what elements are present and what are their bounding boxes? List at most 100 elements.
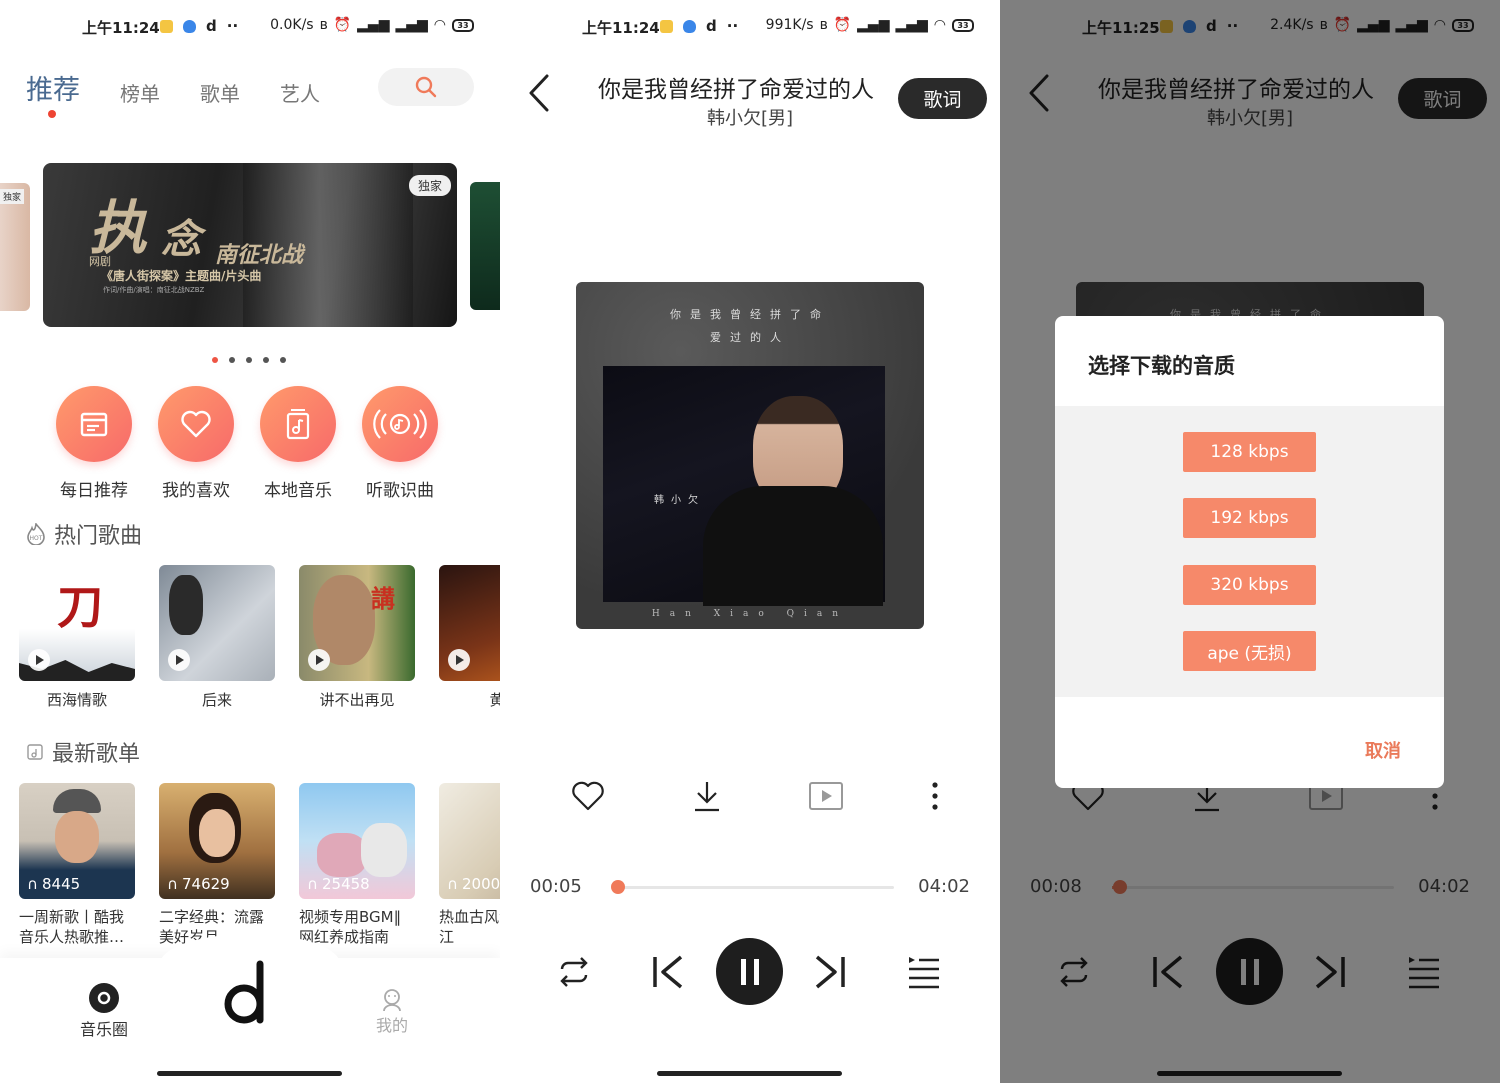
repeat-button[interactable]	[554, 938, 594, 1006]
more-vertical-icon[interactable]	[930, 780, 940, 812]
song-actions	[570, 780, 940, 812]
headphone-icon: ∩	[27, 875, 38, 893]
playlist-queue-button[interactable]	[906, 938, 942, 1006]
nav-mine[interactable]: 我的	[376, 988, 408, 1036]
quality-options: 128 kbps 192 kbps 320 kbps ape (无损)	[1055, 406, 1444, 697]
battery-icon: 33	[452, 18, 474, 32]
album-art-glyph: 刀	[57, 580, 103, 634]
play-count: ∩ 74629	[167, 875, 230, 893]
bluetooth-icon: ʙ	[319, 17, 328, 33]
playlist-cover: ∩ 2000	[439, 783, 500, 899]
song-card[interactable]: 后来	[159, 565, 275, 710]
home-screen: 上午11:24 d ·· 0.0K/s ʙ ⏰ ▂▄▆ ▂▄▆ ◠ 33 推荐 …	[0, 0, 500, 1083]
playlist-desc: 一周新歌丨酷我音乐人热歌推…	[19, 908, 125, 946]
download-icon[interactable]	[692, 780, 722, 812]
dialog-title: 选择下载的音质	[1088, 354, 1235, 378]
nav-player-logo[interactable]	[222, 958, 270, 1030]
banner-line-3: 作词/作曲/演唱：南征北战NZBZ	[103, 286, 205, 294]
quality-320-button[interactable]: 320 kbps	[1183, 565, 1316, 605]
playlist-card[interactable]: ∩ 25458 视频专用BGM‖网红养成指南	[299, 783, 415, 947]
play-icon[interactable]	[308, 649, 330, 671]
pause-icon	[740, 958, 759, 985]
shield-icon	[683, 19, 696, 33]
nav-music-circle[interactable]: 音乐圈	[80, 982, 128, 1040]
network-status: 0.0K/s ʙ ⏰ ▂▄▆ ▂▄▆ ◠ 33	[270, 17, 474, 33]
nav-label: 我的	[376, 1016, 409, 1035]
tab-playlists[interactable]: 歌单	[200, 78, 240, 107]
signal-icon-2: ▂▄▆	[895, 17, 928, 33]
cover-text-2: 爱过的人	[710, 331, 790, 344]
quality-192-button[interactable]: 192 kbps	[1183, 498, 1316, 538]
headphone-icon: ∩	[307, 875, 318, 893]
page-dot	[229, 357, 235, 363]
cover-signature: 韩小欠	[654, 495, 705, 506]
song-recognition-button[interactable]: 听歌识曲	[349, 386, 451, 501]
cancel-button[interactable]: 取消	[1365, 737, 1401, 763]
tab-recommend[interactable]: 推荐	[26, 68, 80, 118]
play-icon[interactable]	[168, 649, 190, 671]
app-logo-icon: d	[706, 17, 717, 35]
album-art: 刀	[19, 565, 135, 681]
quality-ape-button[interactable]: ape (无损)	[1183, 631, 1316, 671]
song-card[interactable]: 黄	[439, 565, 500, 710]
status-time: 上午11:24	[582, 19, 660, 37]
my-favorites-button[interactable]: 我的喜欢	[145, 386, 247, 501]
new-playlists-header: 最新歌单	[26, 736, 140, 768]
banner-prev[interactable]: 独家	[0, 183, 30, 311]
quality-128-button[interactable]: 128 kbps	[1183, 432, 1316, 472]
tab-artists[interactable]: 艺人	[280, 78, 320, 107]
search-icon	[415, 76, 437, 98]
section-title: 热门歌曲	[54, 524, 143, 549]
daily-recommend-button[interactable]: 每日推荐	[43, 386, 145, 501]
calendar-icon	[80, 412, 108, 437]
cover-text-1: 你是我曾经拼了命	[670, 308, 830, 321]
playlist-cover: ∩ 25458	[299, 783, 415, 899]
cover-photo	[603, 366, 885, 606]
repeat-icon	[560, 957, 588, 987]
bluetooth-icon: ʙ	[819, 17, 828, 33]
home-indicator	[157, 1071, 342, 1076]
home-indicator	[657, 1071, 842, 1076]
playback-controls	[554, 938, 944, 1006]
wifi-icon: ◠	[933, 17, 946, 33]
banner-line-2: 《唐人街探案》主题曲/片头曲	[101, 269, 262, 283]
exclusive-badge: 独家	[408, 175, 451, 196]
cover-footer: Han Xiao Qian	[651, 609, 849, 619]
like-heart-icon[interactable]	[570, 780, 606, 812]
song-card[interactable]: 刀 西海情歌	[19, 565, 135, 710]
play-icon[interactable]	[448, 649, 470, 671]
quick-label: 每日推荐	[60, 481, 128, 501]
app-logo-icon	[224, 960, 264, 1024]
album-art	[159, 565, 275, 681]
pause-button[interactable]	[716, 938, 783, 1005]
hot-songs-list: 刀 西海情歌 后来 講 讲不出再见 黄	[19, 565, 500, 710]
next-icon	[815, 955, 845, 989]
playlist-card[interactable]: ∩2000 热血古风沧海醉江	[439, 783, 500, 947]
song-card[interactable]: 講 讲不出再见	[299, 565, 415, 710]
playlist-desc: 热血古风沧海醉江	[439, 908, 500, 946]
lyrics-button[interactable]: 歌词	[898, 78, 987, 119]
song-name: 黄	[489, 691, 500, 709]
local-music-button[interactable]: 本地音乐	[247, 386, 349, 501]
headphone-icon: ∩	[167, 875, 178, 893]
quality-dialog: 选择下载的音质 128 kbps 192 kbps 320 kbps ape (…	[1055, 316, 1444, 788]
banner-next[interactable]	[470, 182, 500, 310]
playlist-card[interactable]: ∩ 8445 一周新歌丨酷我音乐人热歌推…	[19, 783, 135, 947]
play-icon[interactable]	[28, 649, 50, 671]
network-status: 991K/s ʙ ⏰ ▂▄▆ ▂▄▆ ◠ 33	[766, 17, 974, 33]
play-count: ∩ 2000	[447, 875, 500, 893]
playlist-card[interactable]: ∩ 74629 二字经典：流露美好岁月	[159, 783, 275, 947]
seek-knob[interactable]	[610, 880, 625, 894]
profile-icon	[383, 989, 401, 1012]
banner-artist: 南征北战	[215, 243, 304, 268]
page-dot	[263, 357, 269, 363]
next-button[interactable]	[812, 938, 848, 1006]
banner[interactable]: 执 念 南征北战 网剧 《唐人街探案》主题曲/片头曲 作词/作曲/演唱：南征北战…	[43, 163, 457, 327]
previous-button[interactable]	[650, 938, 686, 1006]
search-button[interactable]	[378, 68, 474, 106]
seek-track[interactable]	[610, 880, 894, 894]
mv-video-icon[interactable]	[808, 781, 844, 811]
alarm-icon: ⏰	[333, 17, 352, 33]
tab-charts[interactable]: 榜单	[120, 78, 160, 107]
download-quality-screen: 上午11:25 d ·· 2.4K/s ʙ ⏰ ▂▄▆ ▂▄▆ ◠ 33 你是我…	[1000, 0, 1500, 1083]
